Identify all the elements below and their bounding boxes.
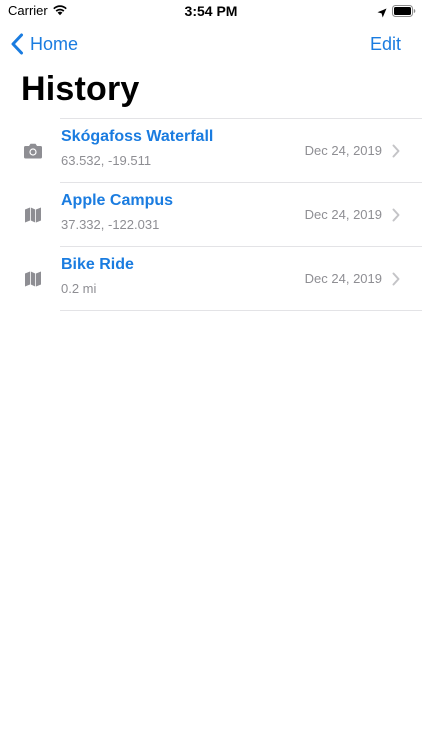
- status-bar: Carrier 3:54 PM: [0, 0, 422, 22]
- list-item-subtitle: 37.332, -122.031: [61, 217, 160, 232]
- list-item[interactable]: Apple Campus 37.332, -122.031 Dec 24, 20…: [0, 183, 422, 247]
- chevron-left-icon: [10, 33, 24, 55]
- history-list: Skógafoss Waterfall 63.532, -19.511 Dec …: [0, 118, 422, 311]
- list-item-subtitle: 63.532, -19.511: [61, 153, 152, 168]
- list-item-title: Skógafoss Waterfall: [61, 128, 214, 145]
- navigation-bar: Home Edit: [0, 22, 422, 66]
- edit-button[interactable]: Edit: [370, 34, 401, 55]
- chevron-right-icon: [392, 208, 400, 222]
- list-item[interactable]: Bike Ride 0.2 mi Dec 24, 2019: [0, 247, 422, 311]
- list-item-subtitle: 0.2 mi: [61, 281, 97, 296]
- list-item-title: Bike Ride: [61, 256, 134, 273]
- camera-icon: [23, 142, 43, 160]
- list-item-date: Dec 24, 2019: [304, 271, 382, 286]
- location-icon: [377, 5, 387, 18]
- status-time: 3:54 PM: [184, 3, 238, 19]
- chevron-right-icon: [392, 272, 400, 286]
- list-item[interactable]: Skógafoss Waterfall 63.532, -19.511 Dec …: [0, 119, 422, 183]
- back-button-label: Home: [30, 33, 79, 54]
- page-title: History: [21, 70, 140, 108]
- row-separator: [60, 310, 422, 311]
- chevron-right-icon: [392, 144, 400, 158]
- back-button[interactable]: Home: [10, 32, 78, 56]
- list-item-date: Dec 24, 2019: [304, 207, 382, 222]
- list-item-date: Dec 24, 2019: [304, 143, 382, 158]
- map-icon: [23, 270, 43, 288]
- list-item-title: Apple Campus: [61, 192, 174, 209]
- map-icon: [23, 206, 43, 224]
- battery-icon: [392, 4, 416, 17]
